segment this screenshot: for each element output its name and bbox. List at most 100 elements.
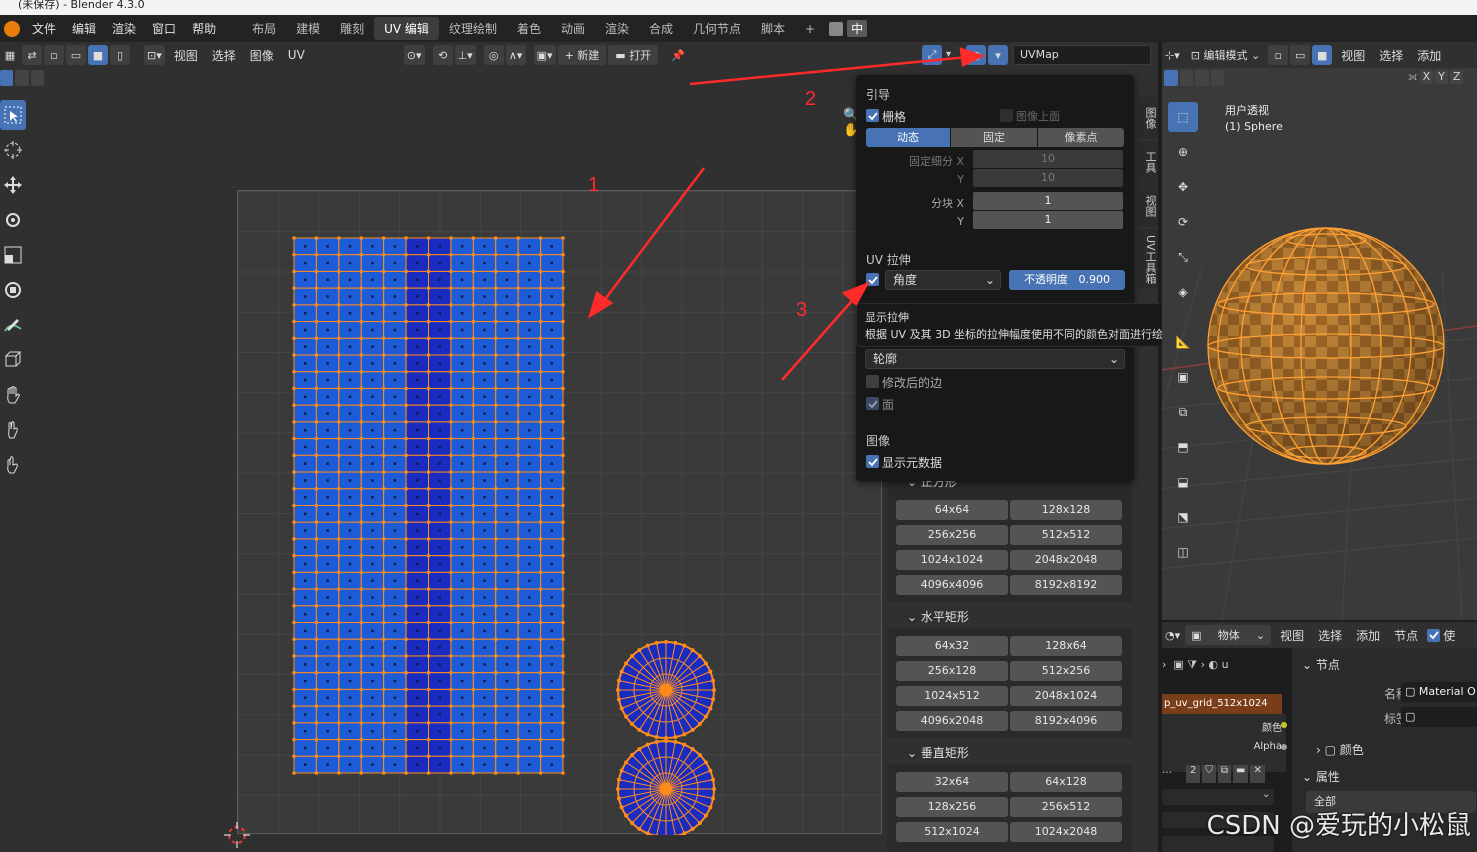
vp-select-extend-icon[interactable] (1179, 70, 1193, 86)
face-select-icon[interactable]: ■ (88, 45, 108, 65)
overlays-dropdown-icon[interactable]: ▾ (988, 45, 1008, 65)
sphere-mesh[interactable] (1206, 226, 1446, 466)
vp-move-tool-icon[interactable]: ✥ (1168, 172, 1198, 202)
preset-button[interactable]: 4096x4096 (896, 575, 1008, 595)
node-name-field[interactable]: ▢ Material O (1401, 682, 1477, 702)
tab-shading[interactable]: 着色 (507, 17, 551, 40)
image-browse-icon[interactable]: ▣▾ (533, 45, 556, 65)
transform-tool-icon[interactable] (0, 275, 26, 305)
select-box-mode-icon[interactable] (0, 70, 14, 86)
snap-target-icon[interactable]: ⊥▾ (454, 45, 476, 65)
shader-type-selector[interactable]: ▣ 物体 ⌄ (1185, 625, 1272, 645)
open-folder-icon[interactable]: ▬ (1233, 765, 1249, 783)
preset-button[interactable]: 64x32 (896, 636, 1008, 656)
select-extend-icon[interactable] (15, 70, 29, 86)
preset-button[interactable]: 4096x2048 (896, 711, 1008, 731)
scale-tool-icon[interactable] (0, 240, 26, 270)
preset-button[interactable]: 2048x1024 (1010, 686, 1122, 706)
node-menu-add[interactable]: 添加 (1349, 627, 1387, 644)
sidebar-tab-view[interactable]: 视图 (1138, 185, 1158, 227)
axis-y-toggle[interactable]: Y (1435, 70, 1448, 84)
preset-button[interactable]: 1024x512 (896, 686, 1008, 706)
properties-section-header[interactable]: ⌄ 属性 (1302, 768, 1340, 785)
add-workspace-icon[interactable]: + (795, 19, 825, 39)
cursor-tool-icon[interactable] (0, 135, 26, 165)
node-section-header[interactable]: ⌄ 节点 (1302, 656, 1340, 673)
vp-inset-tool-icon[interactable]: ⬒ (1168, 432, 1198, 462)
menu-image[interactable]: 图像 (243, 47, 281, 64)
image-browse-icon[interactable]: … (1162, 765, 1172, 783)
node-label-field[interactable]: ▢ (1401, 707, 1477, 727)
move-tool-icon[interactable] (0, 170, 26, 200)
vp-rotate-tool-icon[interactable]: ⟳ (1168, 207, 1198, 237)
preset-button[interactable]: 32x64 (896, 772, 1008, 792)
vp-cursor-tool-icon[interactable]: ⊕ (1168, 137, 1198, 167)
vertex-select-icon[interactable]: ▫ (44, 45, 64, 65)
menu-file[interactable]: 文件 (24, 20, 64, 37)
node-menu-view[interactable]: 视图 (1273, 627, 1311, 644)
preset-button[interactable]: 256x512 (1010, 797, 1122, 817)
sidebar-tab-uv-toolkit[interactable]: UV工具箱 (1138, 229, 1158, 289)
tiles-x-field[interactable]: 1 (973, 192, 1123, 210)
stretch-type-dropdown[interactable]: 角度 ⌄ (885, 270, 1001, 290)
grab-tool-icon[interactable] (0, 380, 26, 410)
menu-window[interactable]: 窗口 (144, 20, 184, 37)
3d-viewport[interactable]: ⟗ X Y Z 用户透视 (1) Sphere ⬚ ⊕ ✥ ⟳ ⤡ ◈ 📐 ▣ … (1162, 68, 1477, 620)
editor-type-3d-icon[interactable]: ⊹▾ (1162, 45, 1183, 65)
show-metadata-checkbox[interactable] (866, 455, 879, 468)
node-menu-node[interactable]: 节点 (1387, 627, 1425, 644)
preset-button[interactable]: 256x256 (896, 525, 1008, 545)
preset-button[interactable]: 128x256 (896, 797, 1008, 817)
preset-button[interactable]: 512x1024 (896, 822, 1008, 842)
preset-button[interactable]: 256x128 (896, 661, 1008, 681)
vp-loopcut-tool-icon[interactable]: ⬔ (1168, 502, 1198, 532)
grid-mode-dynamic[interactable]: 动态 (866, 128, 950, 147)
over-image-checkbox[interactable] (1000, 109, 1013, 122)
horizontal-section-header[interactable]: ⌄ 水平矩形 (907, 608, 969, 625)
uv-image-canvas[interactable] (237, 190, 882, 835)
tiles-y-field[interactable]: 1 (973, 211, 1123, 229)
axis-z-toggle[interactable]: Z (1449, 70, 1464, 84)
vp-menu-select[interactable]: 选择 (1372, 47, 1410, 64)
tab-animation[interactable]: 动画 (551, 17, 595, 40)
vp-add-cube-tool-icon[interactable]: ▣ (1168, 362, 1198, 392)
duplicate-icon[interactable]: ⧉ (1217, 765, 1232, 783)
select-subtract-icon[interactable] (30, 70, 44, 86)
new-image-button[interactable]: + 新建 (557, 45, 607, 65)
unlink-icon[interactable]: ✕ (1250, 765, 1265, 783)
faces-checkbox[interactable] (866, 397, 879, 410)
axis-x-toggle[interactable]: X (1419, 70, 1434, 84)
vertical-section-header[interactable]: ⌄ 垂直矩形 (907, 744, 969, 761)
interpolation-dropdown[interactable] (1162, 789, 1274, 805)
fake-user-icon[interactable]: ⛉ (1202, 765, 1216, 783)
pin-icon[interactable]: 📌 (668, 45, 689, 65)
overlays-toggle-icon[interactable]: ◓ (966, 45, 986, 65)
sticky-select-icon[interactable]: ⊡▾ (144, 45, 165, 65)
use-nodes-checkbox[interactable] (1427, 628, 1441, 642)
vp-transform-tool-icon[interactable]: ◈ (1168, 277, 1198, 307)
fixed-subdiv-x-field[interactable]: 10 (973, 150, 1123, 168)
open-image-button[interactable]: ▬ 打开 (608, 45, 659, 65)
alpha-socket[interactable] (1281, 744, 1287, 750)
menu-help[interactable]: 帮助 (184, 20, 224, 37)
vp-bevel-tool-icon[interactable]: ⬓ (1168, 467, 1198, 497)
color-socket[interactable] (1281, 722, 1287, 728)
mode-selector[interactable]: ⊡ 编辑模式 ⌄ (1184, 45, 1267, 65)
image-texture-node[interactable]: p_uv_grid_512x1024 (1162, 694, 1282, 714)
sidebar-tab-tool[interactable]: 工具 (1138, 141, 1158, 183)
modified-edges-checkbox[interactable] (866, 375, 879, 388)
select-box-tool-icon[interactable] (0, 100, 26, 130)
language-indicator[interactable]: 中 (847, 20, 868, 37)
tab-sculpting[interactable]: 雕刻 (330, 17, 374, 40)
sync-selection-icon[interactable]: ⇄ (22, 45, 42, 65)
tab-uv-editing[interactable]: UV 编辑 (374, 17, 439, 40)
vp-menu-add[interactable]: 添加 (1410, 47, 1448, 64)
uvmap-selector[interactable]: UVMap (1013, 45, 1151, 65)
fixed-subdiv-y-field[interactable]: 10 (973, 169, 1123, 187)
relax-tool-icon[interactable] (0, 415, 26, 445)
menu-view[interactable]: 视图 (167, 47, 205, 64)
preset-button[interactable]: 512x512 (1010, 525, 1122, 545)
vp-select-new-icon[interactable] (1164, 70, 1178, 86)
menu-uv[interactable]: UV (281, 48, 312, 62)
menu-edit[interactable]: 编辑 (64, 20, 104, 37)
